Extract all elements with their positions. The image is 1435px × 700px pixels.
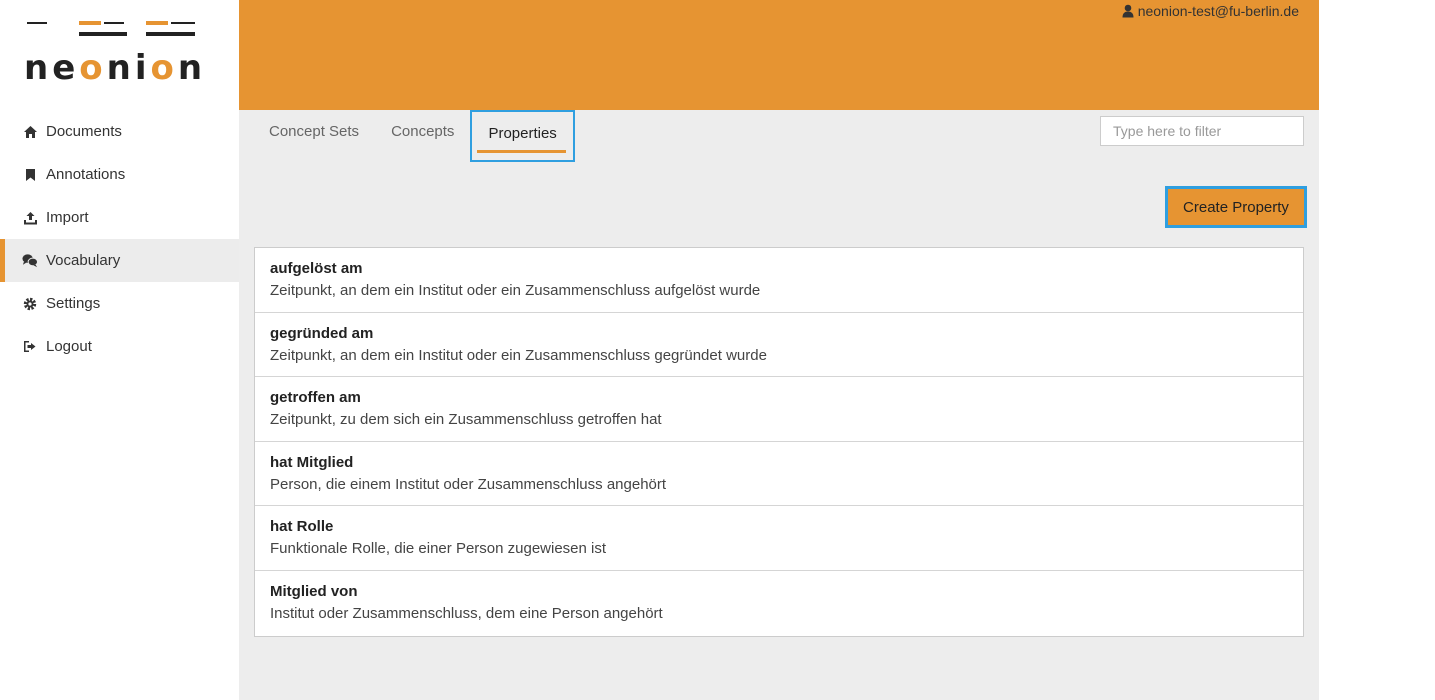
list-item[interactable]: hat Mitglied Person, die einem Institut …: [255, 442, 1303, 507]
property-name: hat Mitglied: [270, 453, 354, 471]
property-description: Funktionale Rolle, die einer Person zuge…: [270, 540, 607, 558]
sidebar-item-import[interactable]: Import: [0, 196, 239, 239]
sidebar-item-label: Logout: [46, 338, 92, 355]
sidebar-item-vocabulary[interactable]: Vocabulary: [0, 239, 239, 282]
sidebar-item-annotations[interactable]: Annotations: [0, 153, 239, 196]
property-name: hat Rolle: [270, 518, 334, 536]
property-description: Zeitpunkt, an dem ein Institut oder ein …: [270, 282, 761, 299]
logo-bars-graphic: [27, 21, 195, 36]
user-email: neonion-test@fu-berlin.de: [1137, 3, 1299, 19]
property-name: Mitglied von: [270, 582, 358, 600]
sidebar-item-label: Import: [46, 209, 89, 226]
property-name: gegründed am: [270, 324, 374, 342]
property-name: aufgelöst am: [270, 260, 363, 277]
property-description: Zeitpunkt, zu dem sich ein Zusammenschlu…: [270, 411, 662, 429]
property-description: Zeitpunkt, an dem ein Institut oder ein …: [270, 346, 767, 364]
logo-wordmark: neonion: [24, 48, 207, 88]
bookmark-icon: [22, 167, 38, 183]
list-item[interactable]: hat Rolle Funktionale Rolle, die einer P…: [255, 506, 1303, 571]
create-property-button[interactable]: Create Property: [1165, 186, 1307, 228]
filter-input[interactable]: [1100, 116, 1304, 146]
tab-properties[interactable]: Properties: [470, 110, 575, 162]
upload-icon: [22, 210, 38, 226]
list-item[interactable]: aufgelöst am Zeitpunkt, an dem ein Insti…: [255, 248, 1303, 313]
user-icon: [1122, 4, 1134, 18]
property-description: Institut oder Zusammenschluss, dem eine …: [270, 604, 663, 622]
sidebar: neonion Documents Annotations Import Voc…: [0, 0, 239, 700]
properties-list: aufgelöst am Zeitpunkt, an dem ein Insti…: [254, 247, 1304, 637]
list-item[interactable]: gegründed am Zeitpunkt, an dem ein Insti…: [255, 313, 1303, 378]
chat-icon: [22, 253, 38, 269]
top-header: neonion-test@fu-berlin.de: [239, 0, 1319, 110]
list-item[interactable]: getroffen am Zeitpunkt, zu dem sich ein …: [255, 377, 1303, 442]
sidebar-item-label: Documents: [46, 123, 122, 140]
sidebar-item-documents[interactable]: Documents: [0, 110, 239, 153]
page-margin: [1319, 0, 1435, 700]
tab-concept-sets[interactable]: Concept Sets: [253, 110, 375, 156]
sidebar-item-settings[interactable]: Settings: [0, 282, 239, 325]
sidebar-item-label: Annotations: [46, 166, 126, 183]
sign-out-icon: [22, 339, 38, 355]
vocabulary-tabs: Concept Sets Concepts Properties: [253, 110, 575, 162]
list-item[interactable]: Mitglied von Institut oder Zusammenschlu…: [255, 571, 1303, 636]
app: neonion Documents Annotations Import Voc…: [0, 0, 1435, 700]
user-menu[interactable]: neonion-test@fu-berlin.de: [1122, 3, 1299, 19]
sidebar-item-label: Vocabulary: [46, 252, 121, 269]
neonion-logo[interactable]: neonion: [24, 18, 204, 88]
sidebar-item-label: Settings: [46, 295, 101, 312]
sidebar-nav: Documents Annotations Import Vocabulary: [0, 110, 239, 368]
property-name: getroffen am: [270, 389, 361, 407]
property-description: Person, die einem Institut oder Zusammen…: [270, 475, 667, 493]
sidebar-item-logout[interactable]: Logout: [0, 325, 239, 368]
home-icon: [22, 124, 38, 140]
gear-icon: [22, 296, 38, 312]
tab-concepts[interactable]: Concepts: [375, 110, 470, 156]
main-content: neonion-test@fu-berlin.de Concept Sets C…: [239, 0, 1319, 700]
